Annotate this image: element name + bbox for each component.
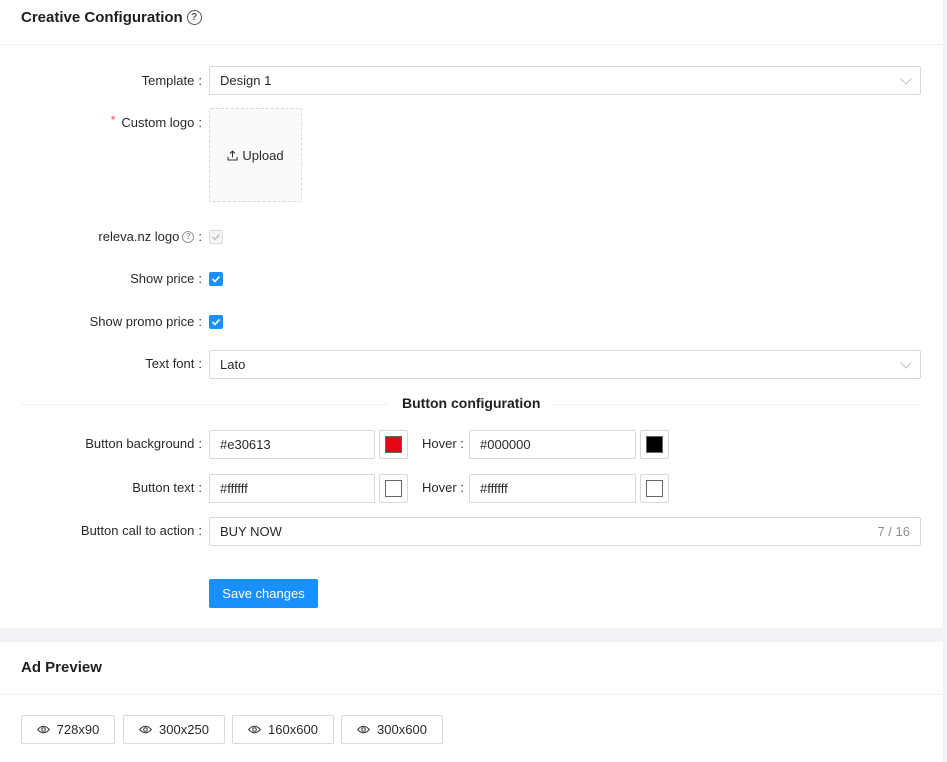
button-background-hover-color-picker[interactable] <box>640 430 669 459</box>
releva-logo-label-text: releva.nz logo <box>98 229 180 244</box>
button-text-label-text: Button text <box>132 480 195 495</box>
text-font-label: Text font: <box>145 356 202 371</box>
eye-icon <box>357 725 371 734</box>
color-swatch <box>385 480 402 497</box>
eye-icon <box>36 725 50 734</box>
releva-logo-checkbox[interactable] <box>209 230 223 244</box>
question-circle-icon[interactable]: ? <box>182 230 195 243</box>
ad-preview-card: Ad Preview <box>0 642 943 762</box>
preview-size-label: 728x90 <box>56 722 100 737</box>
template-label: Template: <box>141 73 202 88</box>
eye-icon <box>139 725 153 734</box>
chevron-down-icon <box>900 73 912 85</box>
button-background-value: #e30613 <box>220 437 271 452</box>
button-text-input[interactable]: #ffffff <box>209 474 375 503</box>
upload-label: Upload <box>242 147 284 163</box>
show-promo-price-label: Show promo price: <box>89 314 202 329</box>
eye-icon <box>248 725 262 734</box>
upload-icon <box>227 149 238 161</box>
text-font-select-value: Lato <box>220 357 246 372</box>
button-background-hover-value: #000000 <box>480 437 531 452</box>
button-background-hover-input[interactable]: #000000 <box>469 430 636 459</box>
preview-size-label: 160x600 <box>268 722 318 737</box>
template-select-value: Design 1 <box>220 73 272 88</box>
button-text-hover-input[interactable]: #ffffff <box>469 474 636 503</box>
color-swatch <box>385 436 402 453</box>
save-changes-button[interactable]: Save changes <box>209 579 318 608</box>
color-swatch <box>646 436 663 453</box>
button-text-label: Button text: <box>132 480 202 495</box>
button-text-hover-value: #ffffff <box>480 481 508 496</box>
button-text-hover-color-picker[interactable] <box>640 474 669 503</box>
creative-config-title: Creative Configuration ? <box>21 9 202 26</box>
show-promo-price-label-text: Show promo price <box>89 314 195 329</box>
button-text-color-picker[interactable] <box>379 474 408 503</box>
button-text-hover-label: Hover : <box>422 480 464 495</box>
template-select[interactable]: Design 1 <box>209 66 921 95</box>
custom-logo-label: * Custom logo: <box>110 112 202 131</box>
required-mark: * <box>110 112 116 127</box>
button-configuration-heading: Button configuration <box>389 395 554 411</box>
logo-upload-area[interactable]: Upload <box>209 108 302 202</box>
preview-300x600-button[interactable]: 300x600 <box>341 715 443 744</box>
button-background-input[interactable]: #e30613 <box>209 430 375 459</box>
color-swatch <box>646 480 663 497</box>
releva-logo-label: releva.nz logo ?: <box>98 229 202 244</box>
button-background-label: Button background: <box>85 436 202 451</box>
card-title-text: Creative Configuration <box>21 9 183 26</box>
button-text-value: #ffffff <box>220 481 248 496</box>
check-icon <box>211 275 221 283</box>
preview-728x90-button[interactable]: 728x90 <box>21 715 115 744</box>
preview-size-label: 300x250 <box>159 722 209 737</box>
ad-preview-title: Ad Preview <box>21 659 102 676</box>
hover-label-text: Hover <box>422 436 457 451</box>
chevron-down-icon <box>900 357 912 369</box>
text-font-label-text: Text font <box>145 356 195 371</box>
preview-300x250-button[interactable]: 300x250 <box>123 715 225 744</box>
button-cta-label-text: Button call to action <box>80 523 195 538</box>
show-promo-price-checkbox[interactable] <box>209 315 223 329</box>
button-cta-value: BUY NOW <box>220 524 282 539</box>
text-font-select[interactable]: Lato <box>209 350 921 379</box>
check-icon <box>212 234 221 241</box>
check-icon <box>211 318 221 326</box>
card-header: Ad Preview <box>0 642 943 695</box>
button-cta-label: Button call to action: <box>80 523 202 538</box>
button-background-hover-label: Hover : <box>422 436 464 451</box>
template-label-text: Template <box>141 73 195 88</box>
show-price-checkbox[interactable] <box>209 272 223 286</box>
show-price-label-text: Show price <box>130 271 195 286</box>
button-background-color-picker[interactable] <box>379 430 408 459</box>
show-price-label: Show price: <box>130 271 202 286</box>
preview-size-label: 300x600 <box>377 722 427 737</box>
hover-label-text: Hover <box>422 480 457 495</box>
custom-logo-label-text: Custom logo <box>121 115 195 130</box>
button-background-label-text: Button background <box>85 436 195 451</box>
preview-160x600-button[interactable]: 160x600 <box>232 715 334 744</box>
button-cta-input[interactable]: BUY NOW 7 / 16 <box>209 517 921 546</box>
card-header: Creative Configuration ? <box>0 0 943 45</box>
character-count: 7 / 16 <box>877 524 910 539</box>
question-circle-icon[interactable]: ? <box>186 10 202 25</box>
